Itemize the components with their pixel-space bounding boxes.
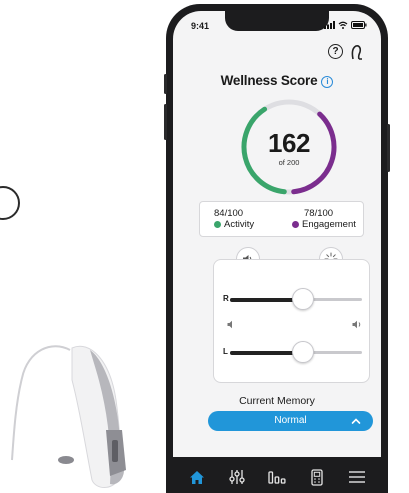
engagement-metric: 78/100 Engagement xyxy=(292,208,356,230)
right-volume-thumb[interactable] xyxy=(291,288,314,310)
status-bar: 9:41 xyxy=(173,11,381,37)
engagement-dot xyxy=(292,220,299,228)
hearing-aid-status-icon[interactable] xyxy=(349,44,363,60)
activity-label: Activity xyxy=(224,219,255,230)
score-breakdown-card[interactable]: 84/100 Activity 78/100 Engagement xyxy=(199,201,364,237)
activity-value: 84/100 xyxy=(214,208,244,219)
tab-bar xyxy=(173,457,381,493)
activity-dot xyxy=(214,220,221,228)
tab-home[interactable] xyxy=(182,464,212,490)
remote-control-icon xyxy=(311,468,323,486)
wifi-icon xyxy=(338,21,348,29)
phone-side-button xyxy=(387,124,390,172)
left-volume-thumb[interactable] xyxy=(291,341,314,363)
memory-selector[interactable]: Normal xyxy=(208,411,373,431)
phone-side-button xyxy=(164,104,167,140)
page-title-row: Wellness Score i xyxy=(173,73,381,88)
phone-side-button xyxy=(164,74,167,94)
ring-decoration xyxy=(0,186,20,220)
memory-selected-value: Normal xyxy=(274,415,307,426)
signal-icon xyxy=(324,21,335,29)
menu-icon xyxy=(349,471,365,483)
activity-metric: 84/100 Activity xyxy=(214,208,254,230)
status-time: 9:41 xyxy=(191,21,210,31)
battery-icon xyxy=(351,21,367,29)
app-screen: 9:41 ? Wellness Score i 162 of 200 84/10… xyxy=(173,11,381,493)
phone-frame: 9:41 ? Wellness Score i 162 of 200 84/10… xyxy=(164,4,390,493)
phone-notch xyxy=(225,11,329,31)
current-memory-label: Current Memory xyxy=(239,395,315,407)
tab-menu[interactable] xyxy=(342,464,372,490)
right-ear-label: R xyxy=(223,294,229,303)
wellness-score-value: 162 xyxy=(268,128,310,158)
volume-down-icon[interactable] xyxy=(227,320,236,329)
volume-panel: R L xyxy=(213,259,370,383)
tab-stats[interactable] xyxy=(262,464,292,490)
hearing-aid-illustration xyxy=(11,345,126,488)
volume-up-icon[interactable] xyxy=(352,320,364,329)
wellness-score-max: of 200 xyxy=(278,158,300,167)
engagement-value: 78/100 xyxy=(304,208,334,219)
bar-chart-icon xyxy=(268,471,286,484)
wellness-score-gauge: 162 of 200 xyxy=(238,96,340,198)
left-volume-slider[interactable] xyxy=(230,341,362,363)
engagement-label: Engagement xyxy=(302,219,356,230)
home-icon xyxy=(190,470,204,484)
info-icon[interactable]: i xyxy=(321,75,334,88)
page-title: Wellness Score xyxy=(220,73,318,88)
left-ear-label: L xyxy=(223,347,228,356)
chevron-up-icon xyxy=(351,418,361,424)
right-volume-slider[interactable] xyxy=(230,288,362,310)
tab-remote[interactable] xyxy=(302,464,332,490)
tab-adjust[interactable] xyxy=(222,464,252,490)
sliders-icon xyxy=(229,470,245,484)
help-icon[interactable]: ? xyxy=(328,44,343,59)
